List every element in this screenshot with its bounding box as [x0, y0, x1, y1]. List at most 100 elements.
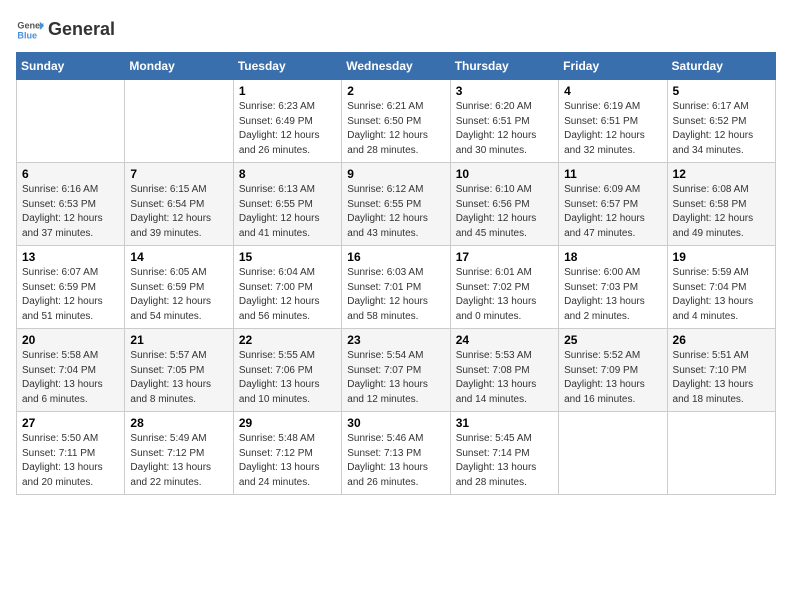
calendar-cell: 14 Sunrise: 6:05 AM Sunset: 6:59 PM Dayli…	[125, 246, 233, 329]
day-detail: Sunrise: 5:54 AM Sunset: 7:07 PM Dayligh…	[347, 349, 444, 407]
day-number: 8	[239, 167, 336, 181]
day-detail: Sunrise: 6:20 AM Sunset: 6:51 PM Dayligh…	[456, 100, 553, 158]
day-detail: Sunrise: 6:23 AM Sunset: 6:49 PM Dayligh…	[239, 100, 336, 158]
day-detail: Sunrise: 5:46 AM Sunset: 7:13 PM Dayligh…	[347, 432, 444, 490]
day-detail: Sunrise: 6:12 AM Sunset: 6:55 PM Dayligh…	[347, 183, 444, 241]
calendar-cell: 22 Sunrise: 5:55 AM Sunset: 7:06 PM Dayli…	[233, 329, 341, 412]
day-detail: Sunrise: 6:04 AM Sunset: 7:00 PM Dayligh…	[239, 266, 336, 324]
calendar-cell: 21 Sunrise: 5:57 AM Sunset: 7:05 PM Dayli…	[125, 329, 233, 412]
day-detail: Sunrise: 6:05 AM Sunset: 6:59 PM Dayligh…	[130, 266, 227, 324]
calendar-cell: 28Sunrise: 5:49 AM Sunset: 7:12 PM Dayli…	[125, 412, 233, 495]
day-number: 16	[347, 250, 444, 264]
day-number: 19	[673, 250, 770, 264]
calendar-week-3: 13 Sunrise: 6:07 AM Sunset: 6:59 PM Dayli…	[17, 246, 776, 329]
day-detail: Sunrise: 5:57 AM Sunset: 7:05 PM Dayligh…	[130, 349, 227, 407]
weekday-header-friday: Friday	[559, 53, 667, 80]
calendar-cell	[17, 80, 125, 163]
calendar-cell: 9 Sunrise: 6:12 AM Sunset: 6:55 PM Daylig…	[342, 163, 450, 246]
day-number: 31	[456, 416, 553, 430]
day-detail: Sunrise: 6:07 AM Sunset: 6:59 PM Dayligh…	[22, 266, 119, 324]
day-detail: Sunrise: 6:08 AM Sunset: 6:58 PM Dayligh…	[673, 183, 770, 241]
calendar-cell: 4 Sunrise: 6:19 AM Sunset: 6:51 PM Daylig…	[559, 80, 667, 163]
calendar-week-1: 1 Sunrise: 6:23 AM Sunset: 6:49 PM Daylig…	[17, 80, 776, 163]
day-detail: Sunrise: 6:00 AM Sunset: 7:03 PM Dayligh…	[564, 266, 661, 324]
weekday-header-tuesday: Tuesday	[233, 53, 341, 80]
day-number: 4	[564, 84, 661, 98]
day-number: 12	[673, 167, 770, 181]
day-number: 14	[130, 250, 227, 264]
day-number: 5	[673, 84, 770, 98]
calendar-cell: 30 Sunrise: 5:46 AM Sunset: 7:13 PM Dayli…	[342, 412, 450, 495]
day-detail: Sunrise: 5:48 AM Sunset: 7:12 PM Dayligh…	[239, 432, 336, 490]
calendar-cell: 1 Sunrise: 6:23 AM Sunset: 6:49 PM Daylig…	[233, 80, 341, 163]
day-detail: Sunrise: 6:10 AM Sunset: 6:56 PM Dayligh…	[456, 183, 553, 241]
day-number: 7	[130, 167, 227, 181]
day-number: 11	[564, 167, 661, 181]
day-number: 15	[239, 250, 336, 264]
day-detail: Sunrise: 5:45 AM Sunset: 7:14 PM Dayligh…	[456, 432, 553, 490]
weekday-header-thursday: Thursday	[450, 53, 558, 80]
day-detail: Sunrise: 6:16 AM Sunset: 6:53 PM Dayligh…	[22, 183, 119, 241]
calendar-body: 1 Sunrise: 6:23 AM Sunset: 6:49 PM Daylig…	[17, 80, 776, 495]
calendar-cell: 19 Sunrise: 5:59 AM Sunset: 7:04 PM Dayli…	[667, 246, 775, 329]
calendar-cell: 5 Sunrise: 6:17 AM Sunset: 6:52 PM Daylig…	[667, 80, 775, 163]
day-number: 28	[130, 416, 227, 430]
weekday-header-monday: Monday	[125, 53, 233, 80]
day-number: 13	[22, 250, 119, 264]
calendar-cell: 15 Sunrise: 6:04 AM Sunset: 7:00 PM Dayli…	[233, 246, 341, 329]
calendar-cell: 25 Sunrise: 5:52 AM Sunset: 7:09 PM Dayli…	[559, 329, 667, 412]
calendar-cell: 24 Sunrise: 5:53 AM Sunset: 7:08 PM Dayli…	[450, 329, 558, 412]
calendar-cell: 27 Sunrise: 5:50 AM Sunset: 7:11 PM Dayli…	[17, 412, 125, 495]
day-detail: Sunrise: 5:59 AM Sunset: 7:04 PM Dayligh…	[673, 266, 770, 324]
day-number: 9	[347, 167, 444, 181]
calendar-table: SundayMondayTuesdayWednesdayThursdayFrid…	[16, 52, 776, 495]
calendar-cell: 26 Sunrise: 5:51 AM Sunset: 7:10 PM Dayli…	[667, 329, 775, 412]
day-detail: Sunrise: 5:50 AM Sunset: 7:11 PM Dayligh…	[22, 432, 119, 490]
day-number: 27	[22, 416, 119, 430]
day-detail: Sunrise: 6:19 AM Sunset: 6:51 PM Dayligh…	[564, 100, 661, 158]
day-number: 23	[347, 333, 444, 347]
day-detail: Sunrise: 6:21 AM Sunset: 6:50 PM Dayligh…	[347, 100, 444, 158]
day-number: 25	[564, 333, 661, 347]
weekday-header-sunday: Sunday	[17, 53, 125, 80]
calendar-cell: 10 Sunrise: 6:10 AM Sunset: 6:56 PM Dayli…	[450, 163, 558, 246]
day-number: 21	[130, 333, 227, 347]
calendar-cell: 12 Sunrise: 6:08 AM Sunset: 6:58 PM Dayli…	[667, 163, 775, 246]
calendar-cell: 6Sunrise: 6:16 AM Sunset: 6:53 PM Daylig…	[17, 163, 125, 246]
day-number: 24	[456, 333, 553, 347]
calendar-cell: 2 Sunrise: 6:21 AM Sunset: 6:50 PM Daylig…	[342, 80, 450, 163]
logo-icon: General Blue	[16, 16, 44, 44]
day-detail: Sunrise: 5:53 AM Sunset: 7:08 PM Dayligh…	[456, 349, 553, 407]
calendar-cell	[667, 412, 775, 495]
day-number: 30	[347, 416, 444, 430]
calendar-cell: 11 Sunrise: 6:09 AM Sunset: 6:57 PM Dayli…	[559, 163, 667, 246]
calendar-cell: 18Sunrise: 6:00 AM Sunset: 7:03 PM Dayli…	[559, 246, 667, 329]
calendar-cell: 8Sunrise: 6:13 AM Sunset: 6:55 PM Daylig…	[233, 163, 341, 246]
day-number: 29	[239, 416, 336, 430]
logo-general-text: General	[48, 20, 115, 40]
calendar-header-row: SundayMondayTuesdayWednesdayThursdayFrid…	[17, 53, 776, 80]
day-detail: Sunrise: 5:58 AM Sunset: 7:04 PM Dayligh…	[22, 349, 119, 407]
day-detail: Sunrise: 6:09 AM Sunset: 6:57 PM Dayligh…	[564, 183, 661, 241]
day-detail: Sunrise: 6:01 AM Sunset: 7:02 PM Dayligh…	[456, 266, 553, 324]
calendar-week-2: 6Sunrise: 6:16 AM Sunset: 6:53 PM Daylig…	[17, 163, 776, 246]
calendar-cell	[559, 412, 667, 495]
day-number: 2	[347, 84, 444, 98]
day-detail: Sunrise: 6:17 AM Sunset: 6:52 PM Dayligh…	[673, 100, 770, 158]
calendar-cell: 13 Sunrise: 6:07 AM Sunset: 6:59 PM Dayli…	[17, 246, 125, 329]
calendar-cell: 17Sunrise: 6:01 AM Sunset: 7:02 PM Dayli…	[450, 246, 558, 329]
calendar-cell	[125, 80, 233, 163]
day-number: 26	[673, 333, 770, 347]
day-detail: Sunrise: 5:55 AM Sunset: 7:06 PM Dayligh…	[239, 349, 336, 407]
day-detail: Sunrise: 5:52 AM Sunset: 7:09 PM Dayligh…	[564, 349, 661, 407]
calendar-cell: 23 Sunrise: 5:54 AM Sunset: 7:07 PM Dayli…	[342, 329, 450, 412]
day-detail: Sunrise: 6:15 AM Sunset: 6:54 PM Dayligh…	[130, 183, 227, 241]
day-number: 1	[239, 84, 336, 98]
logo: General Blue General	[16, 16, 115, 44]
calendar-week-4: 20Sunrise: 5:58 AM Sunset: 7:04 PM Dayli…	[17, 329, 776, 412]
weekday-header-saturday: Saturday	[667, 53, 775, 80]
calendar-cell: 20Sunrise: 5:58 AM Sunset: 7:04 PM Dayli…	[17, 329, 125, 412]
day-detail: Sunrise: 5:51 AM Sunset: 7:10 PM Dayligh…	[673, 349, 770, 407]
day-number: 10	[456, 167, 553, 181]
day-number: 22	[239, 333, 336, 347]
